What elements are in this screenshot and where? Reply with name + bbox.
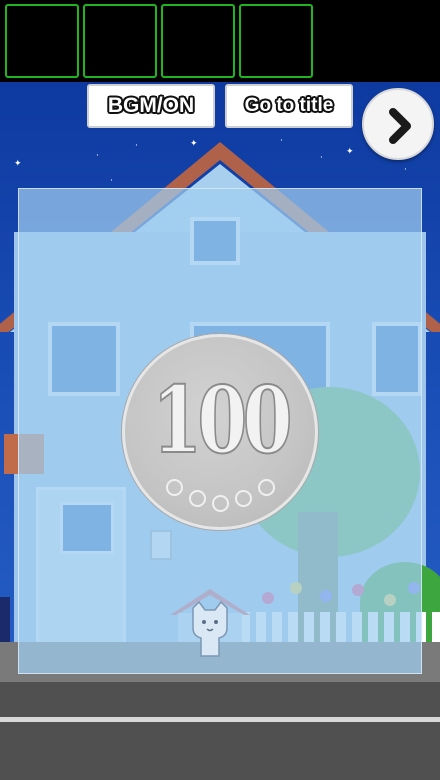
coin-dot	[235, 490, 252, 507]
bgm-toggle-button[interactable]: BGM/ON	[87, 84, 215, 128]
coin-value: 100	[151, 365, 293, 475]
next-button[interactable]	[362, 88, 434, 160]
dog-figure[interactable]	[185, 600, 235, 662]
go-to-title-button[interactable]: Go to title	[225, 84, 353, 128]
road	[0, 682, 440, 780]
inventory-slot-3[interactable]	[161, 4, 235, 78]
coin-dot	[166, 479, 183, 496]
coin-dot	[258, 479, 275, 496]
coin-dot	[212, 495, 229, 512]
inventory-slot-4[interactable]	[239, 4, 313, 78]
inventory-slot-1[interactable]	[5, 4, 79, 78]
coin-100-yen[interactable]: 100	[122, 334, 318, 530]
inventory-bar	[0, 0, 440, 82]
chevron-right-icon	[389, 108, 411, 144]
inventory-slot-2[interactable]	[83, 4, 157, 78]
coin-dot	[189, 490, 206, 507]
road-line	[0, 717, 440, 722]
